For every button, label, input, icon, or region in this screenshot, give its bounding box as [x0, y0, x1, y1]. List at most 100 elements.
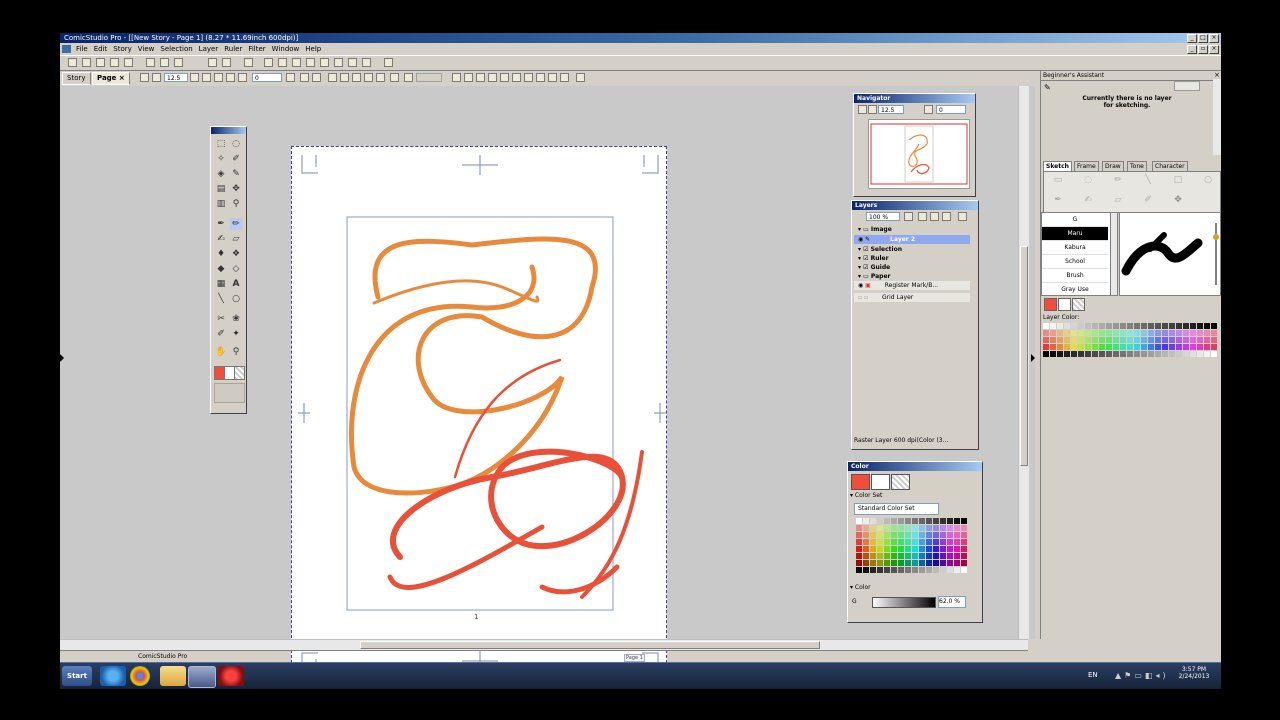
swatch[interactable] — [1050, 330, 1056, 336]
rotate-right-icon[interactable] — [286, 73, 295, 82]
dropper-icon[interactable]: ✦ — [230, 328, 242, 340]
swatch[interactable] — [1127, 344, 1133, 350]
swatch[interactable] — [947, 539, 953, 545]
hand-icon[interactable]: ✋ — [215, 346, 227, 358]
tab-tone[interactable]: Tone — [1127, 161, 1147, 171]
swatch[interactable] — [877, 546, 883, 552]
swatch[interactable] — [1127, 323, 1133, 329]
swatch[interactable] — [1071, 330, 1077, 336]
object-select-icon[interactable]: ◈ — [215, 168, 227, 180]
swatch[interactable] — [1043, 330, 1049, 336]
swatch[interactable] — [1043, 323, 1049, 329]
swatch[interactable] — [1113, 344, 1119, 350]
move-icon[interactable]: ✥ — [230, 183, 242, 195]
ruler-tool-9-icon[interactable] — [548, 73, 557, 82]
swatch[interactable] — [1071, 323, 1077, 329]
swatch[interactable] — [1141, 344, 1147, 350]
swatch[interactable] — [1197, 323, 1203, 329]
swatch[interactable] — [856, 553, 862, 559]
swatch[interactable] — [933, 567, 939, 573]
ruler-tool-1-icon[interactable] — [452, 73, 461, 82]
swatch[interactable] — [912, 525, 918, 531]
swatch[interactable] — [933, 525, 939, 531]
nav-rotate-icon[interactable] — [924, 105, 933, 114]
swatch[interactable] — [940, 518, 946, 524]
swatch[interactable] — [1190, 344, 1196, 350]
swatch[interactable] — [947, 532, 953, 538]
secondary-color-swatch[interactable] — [871, 474, 890, 490]
app-icon[interactable] — [62, 45, 71, 53]
close-tab-icon[interactable]: × — [119, 74, 125, 82]
swatch[interactable] — [1085, 323, 1091, 329]
swatch[interactable] — [863, 560, 869, 566]
swatch[interactable] — [856, 532, 862, 538]
ruler-icon[interactable]: ▥ — [215, 198, 227, 210]
swatch[interactable] — [1106, 351, 1112, 357]
ruler-tool-3-icon[interactable] — [476, 73, 485, 82]
swatch[interactable] — [863, 532, 869, 538]
swatch[interactable] — [870, 546, 876, 552]
palette-toggle-8-icon[interactable] — [362, 58, 371, 67]
swatch[interactable] — [933, 532, 939, 538]
opacity-arrow-icon[interactable] — [904, 212, 913, 221]
swatch[interactable] — [1057, 323, 1063, 329]
swatch[interactable] — [1162, 337, 1168, 343]
sketch-brush-icon[interactable]: ✍ — [1082, 194, 1094, 206]
menu-ruler[interactable]: Ruler — [221, 45, 245, 53]
navigator-titlebar[interactable]: Navigator — [854, 94, 975, 103]
view-option-3-icon[interactable] — [352, 73, 361, 82]
copy-icon[interactable] — [160, 58, 169, 67]
swatch[interactable] — [954, 553, 960, 559]
navigator-preview[interactable] — [868, 119, 970, 189]
brush-item-brush[interactable]: Brush — [1042, 269, 1108, 283]
assistant-scrollbar[interactable] — [1213, 79, 1221, 155]
swatch[interactable] — [940, 567, 946, 573]
brush-list-scrollbar[interactable] — [1110, 212, 1118, 296]
new-page-icon[interactable] — [82, 58, 91, 67]
swatch[interactable] — [912, 560, 918, 566]
swatch[interactable] — [1155, 344, 1161, 350]
tab-character[interactable]: Character — [1152, 161, 1188, 171]
ruler-tool-6-icon[interactable] — [512, 73, 521, 82]
swatch[interactable] — [898, 525, 904, 531]
tray-icons[interactable]: ▲⚑▭◧◂) — [1115, 671, 1175, 681]
swatch[interactable] — [1092, 337, 1098, 343]
layer-item-register-mark[interactable]: ◉ ▣ Register Mark/B... — [854, 281, 970, 290]
open-icon[interactable] — [96, 58, 105, 67]
swatch[interactable] — [877, 525, 883, 531]
layer-opacity-input[interactable]: 100 % — [866, 212, 900, 221]
swatch[interactable] — [1120, 323, 1126, 329]
marquee-icon[interactable]: ⬚ — [215, 138, 227, 150]
swatch[interactable] — [905, 518, 911, 524]
swatch[interactable] — [1120, 344, 1126, 350]
swatch[interactable] — [1064, 351, 1070, 357]
swatch[interactable] — [919, 532, 925, 538]
swatch[interactable] — [1071, 351, 1077, 357]
layer-folder-selection[interactable]: ▾ ☑ Selection — [858, 245, 902, 254]
paste-icon[interactable] — [174, 58, 183, 67]
zoom-in-icon[interactable] — [152, 73, 161, 82]
swatch[interactable] — [961, 525, 967, 531]
swatch[interactable] — [1113, 330, 1119, 336]
swatch[interactable] — [1148, 337, 1154, 343]
ruler-tool-2-icon[interactable] — [464, 73, 473, 82]
swatch[interactable] — [919, 560, 925, 566]
pen-tool-icon[interactable]: ✎ — [230, 168, 242, 180]
doc-minimize-icon[interactable]: _ — [1187, 45, 1197, 54]
nav-rotation-input[interactable]: 0 — [936, 105, 966, 114]
swatch[interactable] — [1092, 323, 1098, 329]
close-icon[interactable]: × — [1209, 34, 1219, 43]
brush-icon[interactable]: ♦ — [215, 248, 227, 260]
swatch[interactable] — [1064, 344, 1070, 350]
swatch[interactable] — [891, 539, 897, 545]
swatch[interactable] — [870, 560, 876, 566]
swatch[interactable] — [961, 560, 967, 566]
swatch[interactable] — [898, 539, 904, 545]
layer-color-swatch-1[interactable] — [1044, 298, 1057, 311]
comicstudio-taskbar-icon[interactable] — [188, 666, 216, 688]
swatch[interactable] — [954, 567, 960, 573]
swatch[interactable] — [1197, 337, 1203, 343]
swatch[interactable] — [856, 539, 862, 545]
menu-window[interactable]: Window — [269, 45, 303, 53]
swatch[interactable] — [1197, 330, 1203, 336]
